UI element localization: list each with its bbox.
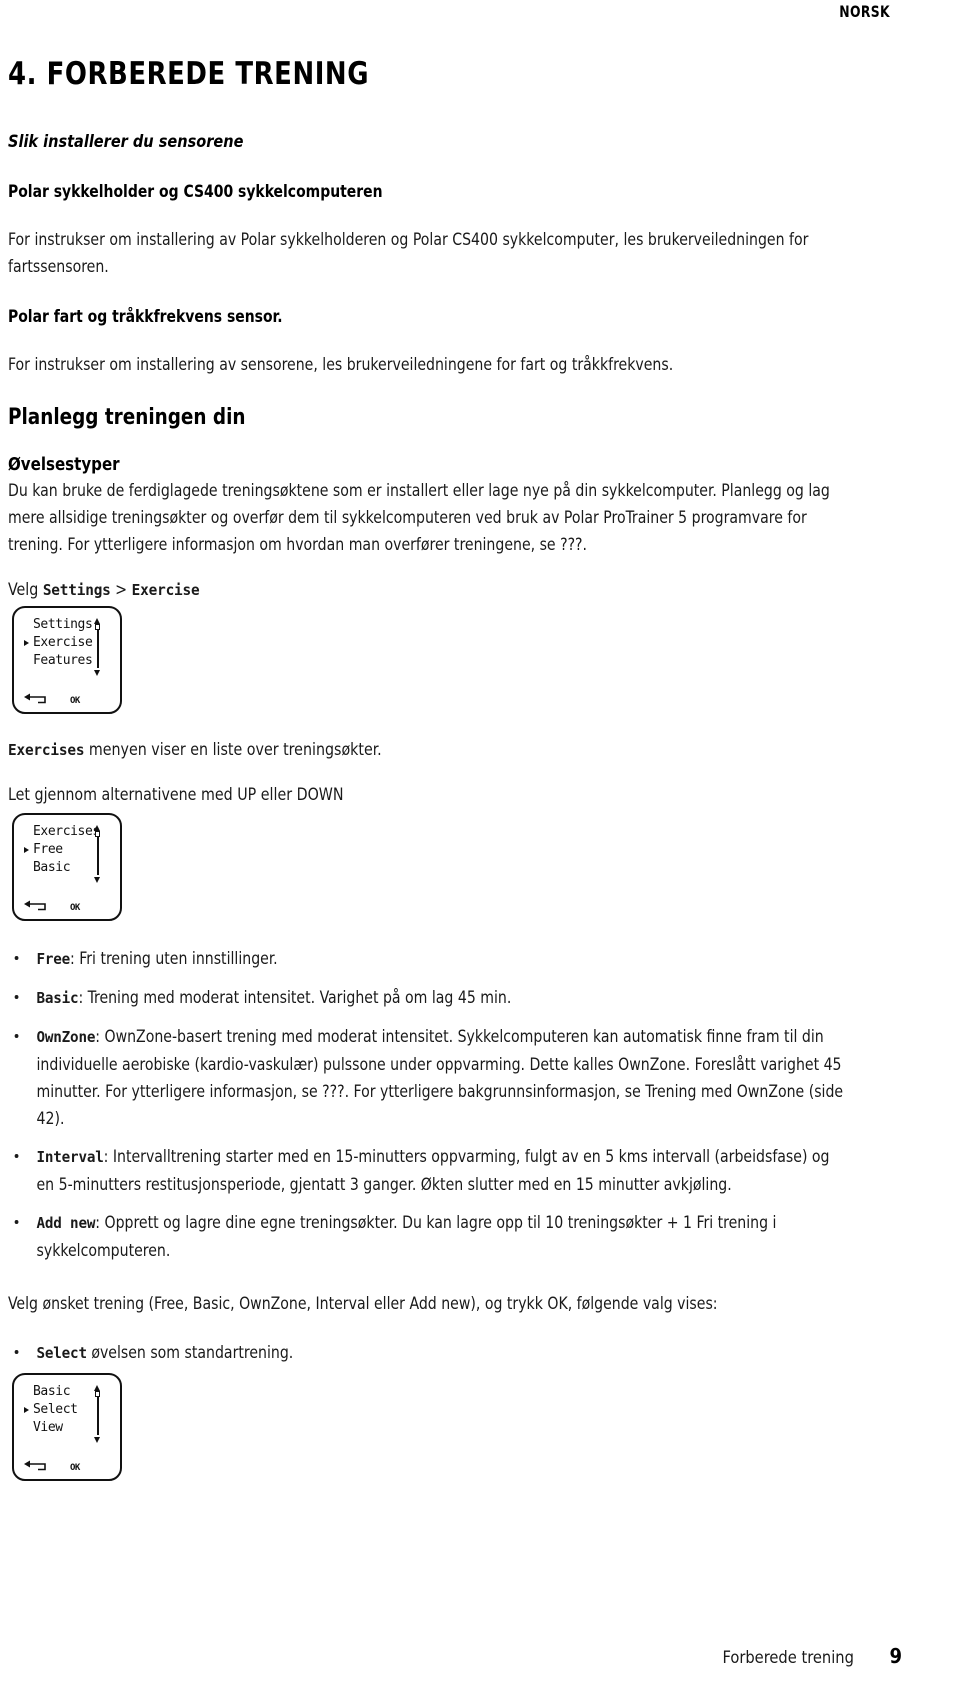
scroll-down-arrow-icon <box>94 1437 100 1443</box>
lcd-row[interactable]: Features <box>24 652 94 670</box>
scroll-track <box>97 1393 99 1435</box>
back-arrow-icon[interactable] <box>23 693 49 704</box>
ok-label[interactable]: OK <box>70 696 80 706</box>
list-item-term: Interval <box>36 1148 104 1166</box>
lcd-footer: OK <box>14 1457 120 1473</box>
exercises-intro-rest: menyen viser en liste over treningsøkter… <box>84 740 382 759</box>
list-item-sep: : <box>95 1213 105 1232</box>
scroll-thumb[interactable] <box>95 831 100 837</box>
ok-label[interactable]: OK <box>70 1463 80 1473</box>
ok-label[interactable]: OK <box>70 903 80 913</box>
list-item-sep: : <box>95 1027 105 1046</box>
nav-path-second: Exercise <box>131 581 200 599</box>
exercise-types-body: Du kan bruke de ferdiglagede treningsøkt… <box>8 481 830 554</box>
nav-path-first: Settings <box>42 581 111 599</box>
lcd-screen-exercises: Exercises Free Basic OK <box>12 813 122 921</box>
nav-path-separator: > <box>110 580 132 599</box>
list-item-term: Basic <box>36 989 79 1007</box>
chapter-title: 4. FORBEREDE TRENING <box>8 56 370 92</box>
select-option-list: Select øvelsen som standartrening. <box>8 1339 888 1367</box>
lcd-basic-rows: Basic Select View <box>24 1383 94 1437</box>
exercise-type-list: Free: Fri trening uten innstillinger. Ba… <box>8 945 888 1264</box>
lcd-row[interactable]: Settings <box>24 616 94 634</box>
speed-cadence-heading: Polar fart og tråkkfrekvens sensor. <box>8 307 283 326</box>
language-tag: NORSK <box>839 2 890 21</box>
list-item-text: Opprett og lagre dine egne treningsøkter… <box>36 1213 777 1260</box>
list-item: Interval: Intervalltrening starter med e… <box>8 1143 844 1198</box>
list-item-text: Intervalltrening starter med en 15-minut… <box>36 1147 830 1194</box>
list-item-term: OwnZone <box>36 1028 96 1046</box>
lcd-screen-basic: Basic Select View OK <box>12 1373 122 1481</box>
bike-mount-heading: Polar sykkelholder og CS400 sykkelcomput… <box>8 182 383 201</box>
scroll-track <box>97 626 99 668</box>
list-item-sep: : <box>70 949 80 968</box>
scrollbar-icon[interactable] <box>92 618 103 676</box>
list-item-term: Select <box>36 1344 88 1362</box>
lcd-row-selected[interactable]: Free <box>24 841 94 859</box>
back-arrow-icon[interactable] <box>23 1460 49 1471</box>
list-item-text: OwnZone-basert trening med moderat inten… <box>36 1027 844 1128</box>
scroll-thumb[interactable] <box>95 624 100 630</box>
plan-heading: Planlegg treningen din <box>8 405 246 430</box>
list-item-text: Trening med moderat intensitet. Varighet… <box>87 988 512 1007</box>
list-item-sep: : <box>78 988 88 1007</box>
exercise-types-heading: Øvelsestyper <box>8 454 120 475</box>
scroll-thumb[interactable] <box>95 1391 100 1397</box>
lcd-screen-settings: Settings Exercise Features OK <box>12 606 122 714</box>
footer-page-number: 9 <box>889 1644 902 1668</box>
list-item-sep: : <box>103 1147 113 1166</box>
browse-hint: Let gjennom alternativene med UP eller D… <box>8 785 344 804</box>
list-item-term: Free <box>36 950 71 968</box>
lcd-row-selected[interactable]: Select <box>24 1401 94 1419</box>
scrollbar-icon[interactable] <box>92 1385 103 1443</box>
lcd-settings-rows: Settings Exercise Features <box>24 616 94 670</box>
exercises-intro: Exercises menyen viser en liste over tre… <box>8 740 853 759</box>
back-arrow-icon[interactable] <box>23 900 49 911</box>
list-item-term: Add new <box>36 1214 96 1232</box>
list-item: Free: Fri trening uten innstillinger. <box>8 945 844 973</box>
exercises-intro-bold: Exercises <box>8 741 85 759</box>
list-item: Add new: Opprett og lagre dine egne tren… <box>8 1209 844 1264</box>
install-heading: Slik installerer du sensorene <box>8 132 244 152</box>
lcd-footer: OK <box>14 690 120 706</box>
document-page: NORSK 4. FORBEREDE TRENING Slik installe… <box>0 0 960 1692</box>
nav-path-prefix: Velg <box>8 580 43 599</box>
page-footer: Forberede trening 9 <box>0 1644 902 1668</box>
footer-title: Forberede trening <box>722 1648 854 1668</box>
lcd-row[interactable]: Exercises <box>24 823 100 841</box>
lcd-row-selected[interactable]: Exercise <box>24 634 94 652</box>
page-content: 4. FORBEREDE TRENING Slik installerer du… <box>8 56 888 1481</box>
list-item-text: øvelsen som standartrening. <box>86 1343 294 1362</box>
lcd-row[interactable]: Basic <box>24 1383 94 1401</box>
speed-cadence-body: For instrukser om installering av sensor… <box>8 355 674 374</box>
bike-mount-body: For instrukser om installering av Polar … <box>8 230 809 276</box>
list-item-text: Fri trening uten innstillinger. <box>79 949 278 968</box>
lcd-row[interactable]: Basic <box>24 859 94 877</box>
list-item: Select øvelsen som standartrening. <box>8 1339 844 1367</box>
scroll-down-arrow-icon <box>94 670 100 676</box>
lcd-row[interactable]: View <box>24 1419 94 1437</box>
scrollbar-icon[interactable] <box>92 825 103 883</box>
closing-paragraph: Velg ønsket trening (Free, Basic, OwnZon… <box>8 1294 718 1313</box>
lcd-footer: OK <box>14 897 120 913</box>
scroll-track <box>97 833 99 875</box>
list-item: Basic: Trening med moderat intensitet. V… <box>8 984 844 1012</box>
lcd-exercises-rows: Exercises Free Basic <box>24 823 100 877</box>
list-item: OwnZone: OwnZone-basert trening med mode… <box>8 1023 844 1132</box>
nav-path: Velg Settings > Exercise <box>8 580 853 599</box>
scroll-down-arrow-icon <box>94 877 100 883</box>
